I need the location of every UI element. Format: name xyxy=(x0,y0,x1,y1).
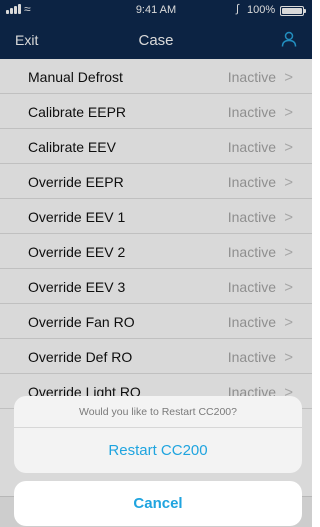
restart-button[interactable]: Restart CC200 xyxy=(14,428,302,473)
action-sheet-message: Would you like to Restart CC200? xyxy=(14,396,302,428)
action-sheet: Would you like to Restart CC200? Restart… xyxy=(14,396,302,473)
cancel-button[interactable]: Cancel xyxy=(14,481,302,526)
